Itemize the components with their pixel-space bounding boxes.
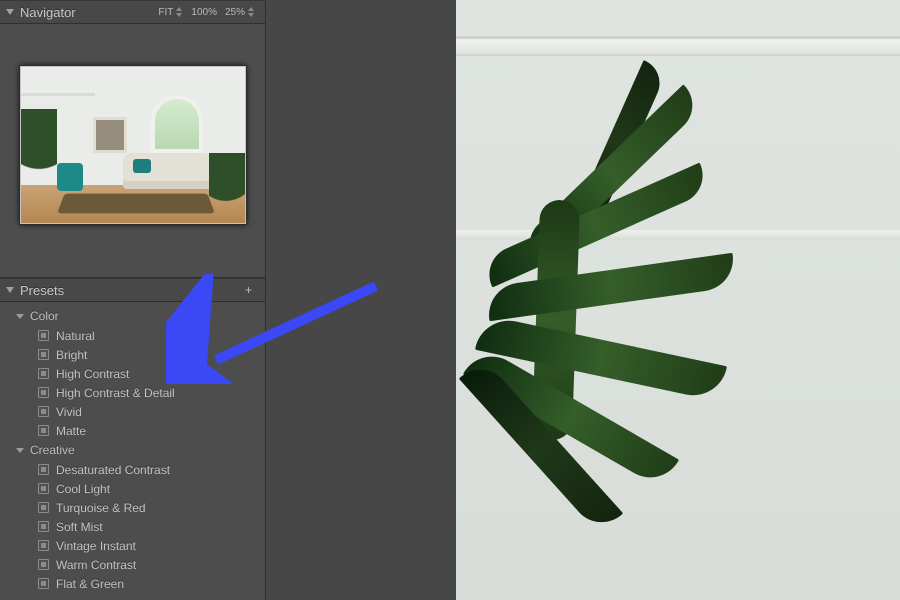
preset-icon [38,464,49,475]
presets-panel-body: Color Natural Bright High Contrast High … [0,302,265,600]
zoom-fit-label: FIT [158,7,173,18]
preset-item[interactable]: Natural [0,326,265,345]
preset-icon [38,406,49,417]
preset-icon [38,425,49,436]
chevron-down-icon [16,314,24,319]
preset-item[interactable]: Vintage Instant [0,536,265,555]
preset-label: Soft Mist [56,520,103,534]
zoom-25-button[interactable]: 25% [223,7,257,18]
preset-item[interactable]: Soft Mist [0,517,265,536]
preset-item[interactable]: Matte [0,421,265,440]
left-sidebar: Navigator FIT 100% 25% [0,0,266,600]
preset-item[interactable]: Warm Contrast [0,555,265,574]
preset-icon [38,330,49,341]
preset-icon [38,387,49,398]
presets-panel-header[interactable]: Presets + [0,278,265,302]
plus-icon: + [245,283,252,297]
preset-item[interactable]: High Contrast [0,364,265,383]
navigator-panel-header[interactable]: Navigator FIT 100% 25% [0,0,265,24]
preset-item[interactable]: Turquoise & Red [0,498,265,517]
preset-item[interactable]: Bright [0,345,265,364]
preset-label: Flat & Green [56,577,124,591]
chevron-down-icon [6,9,14,15]
preset-group-label: Creative [30,443,75,457]
zoom-100-button[interactable]: 100% [189,7,219,18]
preset-item[interactable]: Flat & Green [0,574,265,593]
preset-group-creative[interactable]: Creative [0,440,265,460]
preview-image[interactable] [456,0,900,600]
chevron-down-icon [6,287,14,293]
preset-group-label: Color [30,309,59,323]
preset-icon [38,578,49,589]
zoom-fit-button[interactable]: FIT [156,7,185,18]
preset-item[interactable]: Cool Light [0,479,265,498]
preset-label: Natural [56,329,95,343]
preset-icon [38,368,49,379]
zoom-100-label: 100% [191,7,217,18]
navigator-thumbnail[interactable] [20,66,246,224]
preset-icon [38,502,49,513]
main-canvas[interactable] [266,0,900,600]
preset-label: Turquoise & Red [56,501,146,515]
preset-label: High Contrast [56,367,129,381]
preset-label: Desaturated Contrast [56,463,170,477]
preset-item[interactable]: Desaturated Contrast [0,460,265,479]
zoom-25-label: 25% [225,7,245,18]
preset-label: Bright [56,348,87,362]
add-preset-button[interactable]: + [245,284,257,296]
preset-label: High Contrast & Detail [56,386,175,400]
preset-icon [38,521,49,532]
preset-label: Warm Contrast [56,558,136,572]
navigator-zoom-options: FIT 100% 25% [156,7,257,18]
navigator-title: Navigator [20,5,156,20]
preset-icon [38,349,49,360]
stepper-icon[interactable] [175,7,183,17]
stepper-icon[interactable] [247,7,255,17]
preset-label: Vivid [56,405,82,419]
preset-label: Vintage Instant [56,539,136,553]
preset-item[interactable]: Vivid [0,402,265,421]
preset-icon [38,483,49,494]
preset-icon [38,559,49,570]
preset-item[interactable]: High Contrast & Detail [0,383,265,402]
preset-icon [38,540,49,551]
chevron-down-icon [16,448,24,453]
navigator-panel-body [0,24,265,278]
preset-label: Matte [56,424,86,438]
preset-group-color[interactable]: Color [0,306,265,326]
presets-title: Presets [20,283,245,298]
preset-label: Cool Light [56,482,110,496]
